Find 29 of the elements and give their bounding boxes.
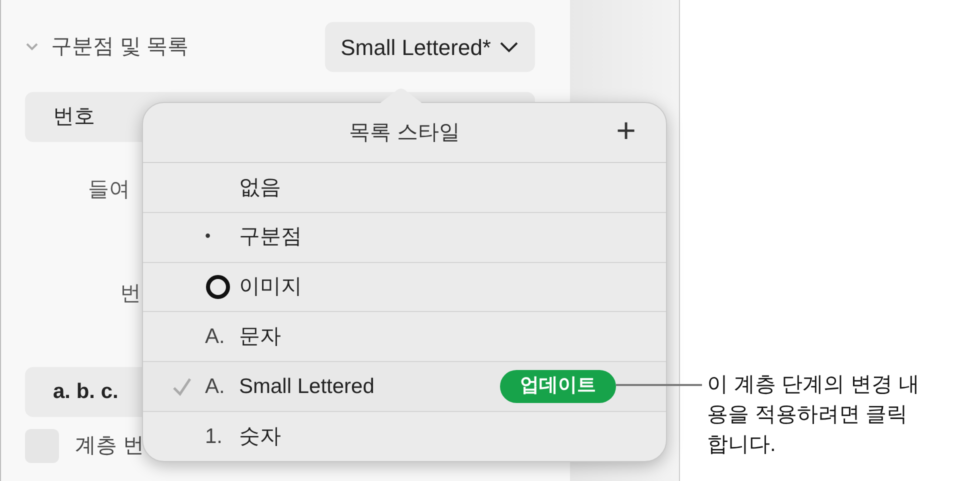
section-title: 구분점 및 목록: [51, 34, 189, 60]
list-marker: A.: [205, 324, 226, 350]
list-style-dropdown[interactable]: Small Lettered*: [324, 22, 535, 72]
list-style-label: 이미지: [239, 274, 303, 300]
add-button[interactable]: +: [616, 113, 636, 149]
number-label: 번: [120, 282, 141, 304]
list-style-label: 구분점: [239, 224, 303, 250]
checkbox-label: 계층 번: [75, 433, 144, 460]
list-style-label: 숫자: [239, 424, 282, 450]
list-style-item[interactable]: 1. 숫자: [143, 412, 666, 461]
list-style-item[interactable]: 없음: [143, 163, 666, 213]
bullet-marker: •: [205, 227, 212, 248]
indent-label: 들여: [88, 178, 130, 201]
list-style-label: 없음: [239, 174, 282, 201]
list-marker: 1.: [205, 424, 224, 450]
number-label: 번호: [53, 104, 95, 130]
ring-icon: [205, 274, 231, 300]
list-style-label: Small Lettered: [239, 374, 376, 400]
checkmark-icon: [171, 376, 193, 398]
list-style-label: 문자: [239, 324, 282, 350]
list-style-item[interactable]: A. Small Lettered 업데이트: [143, 362, 666, 412]
popover-title: 목록 스타일: [349, 120, 460, 146]
list-marker: A.: [205, 374, 226, 400]
list-style-item[interactable]: 이미지: [143, 262, 666, 312]
chevron-icon[interactable]: [25, 42, 39, 52]
list-style-item[interactable]: • 구분점: [143, 212, 666, 263]
format-label: a. b. c.: [53, 379, 118, 406]
callout-text: 이 계층 단계의 변경 내용을 적용하려면 클릭합니다.: [707, 372, 920, 458]
chevron-icon: [499, 41, 519, 53]
